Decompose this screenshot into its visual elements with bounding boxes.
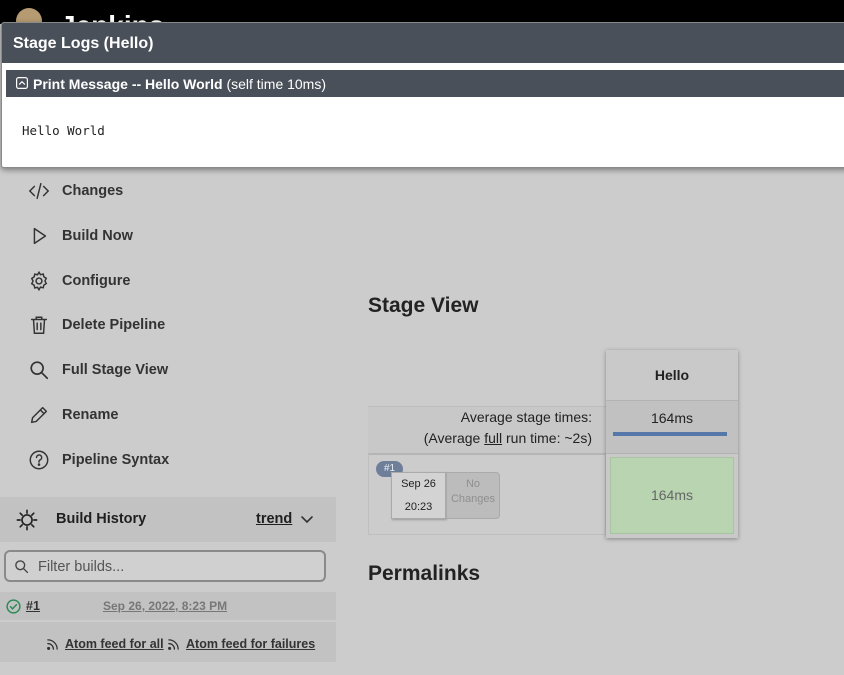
stage-cell-duration: 164ms xyxy=(650,487,694,503)
stage-logs-dialog: Stage Logs (Hello) Print Message -- Hell… xyxy=(1,22,844,168)
stage-average-value: 164ms xyxy=(650,410,694,426)
feed-label: Atom feed for failures xyxy=(186,637,316,651)
collapse-toggle-icon[interactable] xyxy=(16,77,28,89)
run-changes[interactable]: No Changes xyxy=(446,472,500,519)
stage-average: 164ms xyxy=(606,400,738,454)
stage-view-title: Stage View xyxy=(368,294,479,317)
task-delete-pipeline[interactable]: Delete Pipeline xyxy=(28,310,165,340)
stage-average-bar xyxy=(613,432,727,436)
rss-icon xyxy=(47,638,58,650)
run-date: Sep 26 xyxy=(401,478,436,490)
build-row: #1 Sep 26, 2022, 8:23 PM xyxy=(0,592,336,620)
build-history-title: Build History xyxy=(56,511,147,527)
pencil-icon xyxy=(30,406,48,424)
atom-feed-failures-link[interactable]: Atom feed for failures xyxy=(167,637,315,651)
success-check-icon xyxy=(6,599,21,614)
dialog-header: Stage Logs (Hello) xyxy=(2,23,844,63)
search-icon xyxy=(15,560,29,574)
feeds-bar: Atom feed for all Atom feed for failures xyxy=(0,622,336,662)
stage-column-hello: Hello 164ms 164ms xyxy=(606,350,738,538)
task-full-stage-view[interactable]: Full Stage View xyxy=(28,355,168,385)
run-date-box[interactable]: Sep 26 20:23 xyxy=(391,472,446,519)
task-pipeline-syntax[interactable]: Pipeline Syntax xyxy=(28,445,169,475)
build-date-link[interactable]: Sep 26, 2022, 8:23 PM xyxy=(103,599,227,613)
average-full-run-time: (Average full run time: ~2s) xyxy=(368,430,592,446)
task-rename[interactable]: Rename xyxy=(28,400,118,430)
avg-suffix: run time: ~2s) xyxy=(502,430,592,446)
full-run-link[interactable]: full xyxy=(484,430,502,446)
trend-link[interactable]: trend xyxy=(256,511,292,527)
stage-name: Hello xyxy=(654,367,690,383)
atom-feed-all-link[interactable]: Atom feed for all xyxy=(46,637,164,651)
rss-icon xyxy=(168,638,179,650)
step-name: Print Message -- Hello World xyxy=(33,76,223,92)
run-time: 20:23 xyxy=(404,501,433,513)
help-icon xyxy=(29,450,49,470)
build-history-header: Build History trend xyxy=(0,497,336,542)
task-label: Delete Pipeline xyxy=(62,317,166,333)
step-label: Print Message -- Hello World (self time … xyxy=(33,76,326,92)
task-build-now[interactable]: Build Now xyxy=(28,221,133,251)
task-changes[interactable]: Changes xyxy=(28,176,123,206)
average-stage-times-label: Average stage times: xyxy=(460,409,592,425)
task-label: Full Stage View xyxy=(62,362,169,378)
log-output: Hello World xyxy=(22,123,105,138)
dialog-title: Stage Logs (Hello) xyxy=(13,35,154,52)
build-number-link[interactable]: #1 xyxy=(26,599,40,613)
stage-cell[interactable]: 164ms xyxy=(610,457,734,534)
avg-prefix: (Average xyxy=(423,430,485,446)
feed-label: Atom feed for all xyxy=(65,637,164,651)
filter-builds-field xyxy=(4,550,326,582)
filter-builds-input[interactable] xyxy=(36,556,320,578)
code-icon xyxy=(28,182,50,200)
search-icon xyxy=(30,361,49,380)
task-configure[interactable]: Configure xyxy=(28,266,130,296)
step-header[interactable]: Print Message -- Hello World (self time … xyxy=(6,70,844,97)
task-label: Pipeline Syntax xyxy=(62,452,170,468)
chevron-down-icon[interactable] xyxy=(300,512,314,526)
play-icon xyxy=(33,227,47,245)
trash-icon xyxy=(30,316,48,334)
task-label: Rename xyxy=(62,407,119,423)
task-label: Build Now xyxy=(62,228,133,244)
build-history-icon xyxy=(16,509,38,531)
gear-icon xyxy=(30,270,48,292)
permalinks-title: Permalinks xyxy=(368,562,481,585)
step-self-time: (self time 10ms) xyxy=(226,76,327,92)
task-label: Changes xyxy=(62,183,124,199)
task-label: Configure xyxy=(62,273,131,289)
